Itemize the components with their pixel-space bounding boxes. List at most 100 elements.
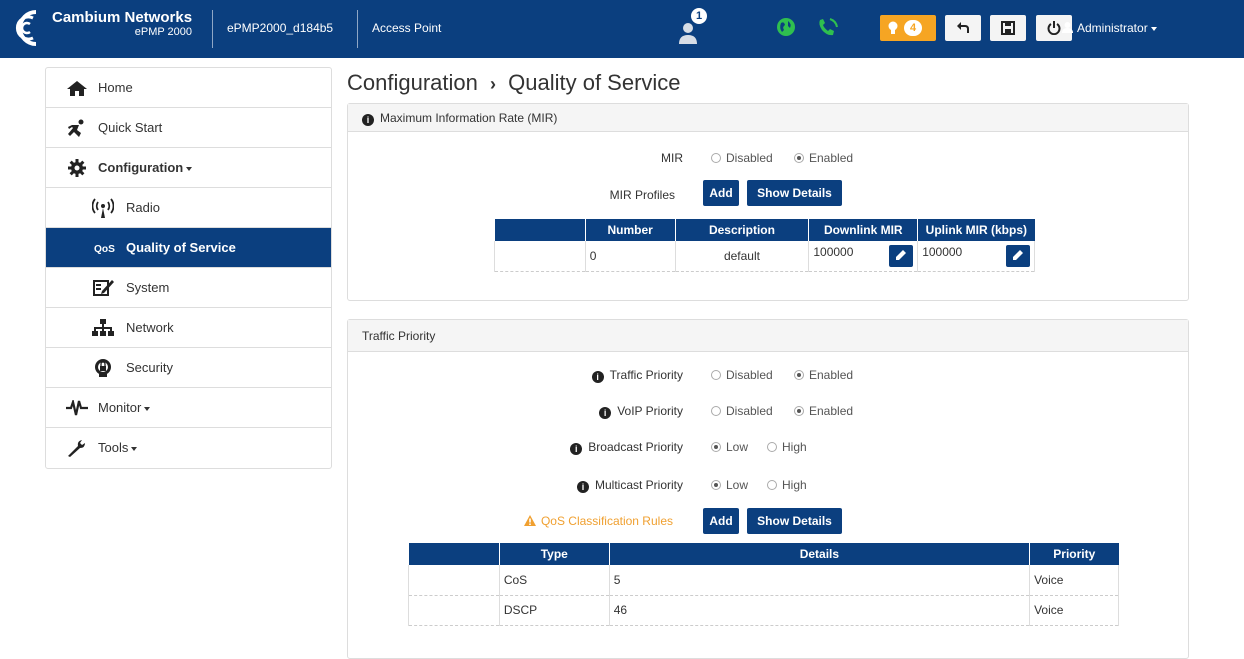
mir-profiles-label: MIR Profiles <box>609 188 675 202</box>
broadcast-low-radio[interactable]: Low <box>711 437 748 457</box>
column-header: Number <box>585 219 676 241</box>
broadcast-high-radio[interactable]: High <box>767 437 807 457</box>
table-cell: Voice <box>1029 595 1119 626</box>
voip-priority-row: i VoIP Priority Disabled Enabled <box>348 401 1188 421</box>
security-icon <box>95 359 111 377</box>
radio-label: Disabled <box>726 404 773 418</box>
brand: Cambium Networks ePMP 2000 <box>52 10 192 40</box>
table-cell: DSCP <box>499 595 610 626</box>
page-title: Configuration › Quality of Service <box>347 70 681 96</box>
info-icon: i <box>599 407 612 419</box>
mir-panel-header: i Maximum Information Rate (MIR) <box>348 104 1188 132</box>
pulse-icon <box>66 400 88 416</box>
qos-rules-label: QoS Classification Rules <box>540 514 673 528</box>
sidebar-item-network[interactable]: Network <box>46 308 331 348</box>
table-cell: 100000 <box>808 241 919 272</box>
traffic-priority-label: Traffic Priority <box>609 368 683 382</box>
sidebar-item-configuration[interactable]: Configuration <box>46 148 331 188</box>
traffic-priority-panel: Traffic Priority i Traffic Priority Disab… <box>347 319 1189 659</box>
sidebar-item-quick-start[interactable]: Quick Start <box>46 108 331 148</box>
radio-label: Enabled <box>809 368 854 382</box>
broadcast-priority-row: i Broadcast Priority Low High <box>348 437 1188 457</box>
sidebar-item-quality-of-service[interactable]: QoS Quality of Service <box>46 228 331 268</box>
breadcrumb-current: Quality of Service <box>508 70 681 95</box>
radio-label: Low <box>726 478 749 492</box>
table-row: 0 default 100000 100000 <box>494 241 1035 272</box>
voip-priority-disabled-radio[interactable]: Disabled <box>711 401 773 421</box>
sidebar-item-radio[interactable]: Radio <box>46 188 331 228</box>
sidebar-item-home[interactable]: Home <box>46 68 331 108</box>
traffic-priority-row: i Traffic Priority Disabled Enabled <box>348 365 1188 385</box>
device-mode: Access Point <box>372 21 442 35</box>
radio-icon <box>794 153 804 163</box>
save-button[interactable] <box>990 15 1026 41</box>
traffic-priority-enabled-radio[interactable]: Enabled <box>794 365 853 385</box>
table-cell <box>408 565 500 596</box>
multicast-priority-row: i Multicast Priority Low High <box>348 475 1188 495</box>
radio-label: Disabled <box>726 368 773 382</box>
radio-icon <box>92 198 114 218</box>
qos-rules-add-button[interactable]: Add <box>703 508 739 534</box>
sidebar-item-label: Radio <box>126 200 160 215</box>
radio-icon <box>767 442 777 452</box>
user-icon <box>1062 22 1073 33</box>
radio-icon <box>794 370 804 380</box>
divider <box>212 10 213 48</box>
info-icon: i <box>591 371 604 383</box>
lightbulb-icon <box>888 21 898 34</box>
power-icon <box>1047 21 1061 36</box>
multicast-low-radio[interactable]: Low <box>711 475 748 495</box>
network-icon <box>92 319 114 336</box>
gear-icon <box>68 159 86 177</box>
table-cell: 100000 <box>917 241 1035 272</box>
runner-icon <box>68 119 84 137</box>
sidebar-item-tools[interactable]: Tools <box>46 428 331 468</box>
save-icon <box>1001 21 1015 35</box>
traffic-priority-disabled-radio[interactable]: Disabled <box>711 365 773 385</box>
radio-label: High <box>782 440 807 454</box>
mir-enabled-radio[interactable]: Enabled <box>794 148 853 168</box>
sidebar-item-system[interactable]: System <box>46 268 331 308</box>
radio-icon <box>711 480 721 490</box>
table-cell <box>408 595 500 626</box>
mir-show-details-button[interactable]: Show Details <box>747 180 842 206</box>
sidebar-item-monitor[interactable]: Monitor <box>46 388 331 428</box>
qos-rules-show-details-button[interactable]: Show Details <box>747 508 842 534</box>
table-cell: Voice <box>1029 565 1119 596</box>
column-header-blank <box>494 219 586 241</box>
alert-count: 4 <box>904 20 922 36</box>
mir-disabled-radio[interactable]: Disabled <box>711 148 773 168</box>
edit-downlink-button[interactable] <box>889 244 914 267</box>
pencil-icon <box>1013 249 1023 260</box>
radio-icon <box>794 406 804 416</box>
multicast-high-radio[interactable]: High <box>767 475 807 495</box>
column-header: Type <box>499 543 610 565</box>
chevron-down-icon <box>131 446 138 451</box>
radio-label: Disabled <box>726 151 773 165</box>
mir-add-button[interactable]: Add <box>703 180 739 206</box>
user-menu[interactable]: Administrator <box>1062 21 1157 35</box>
table-cell: 46 <box>609 595 1031 626</box>
info-icon: i <box>362 114 374 126</box>
voip-priority-enabled-radio[interactable]: Enabled <box>794 401 853 421</box>
user-count-badge: 1 <box>691 8 707 24</box>
radio-icon <box>711 406 721 416</box>
sidebar-item-security[interactable]: Security <box>46 348 331 388</box>
users-button[interactable]: 1 <box>677 8 709 44</box>
info-icon: i <box>576 481 589 493</box>
undo-icon <box>957 22 969 33</box>
traffic-panel-header: Traffic Priority <box>348 320 1188 352</box>
sidebar-item-label: System <box>126 280 170 295</box>
device-name: ePMP2000_d184b5 <box>227 21 334 35</box>
chevron-down-icon <box>186 166 193 171</box>
undo-button[interactable] <box>945 15 981 41</box>
radio-icon <box>711 442 721 452</box>
edit-uplink-button[interactable] <box>1006 244 1030 267</box>
phone-icon[interactable] <box>816 16 840 38</box>
sidebar: Home Quick Start Configuration Radio QoS… <box>45 67 332 469</box>
downlink-value: 100000 <box>813 244 854 259</box>
alerts-button[interactable]: 4 <box>880 15 936 41</box>
column-header: Uplink MIR (kbps) <box>917 219 1035 241</box>
sidebar-item-label: Tools <box>98 440 129 455</box>
globe-icon[interactable] <box>776 17 796 37</box>
